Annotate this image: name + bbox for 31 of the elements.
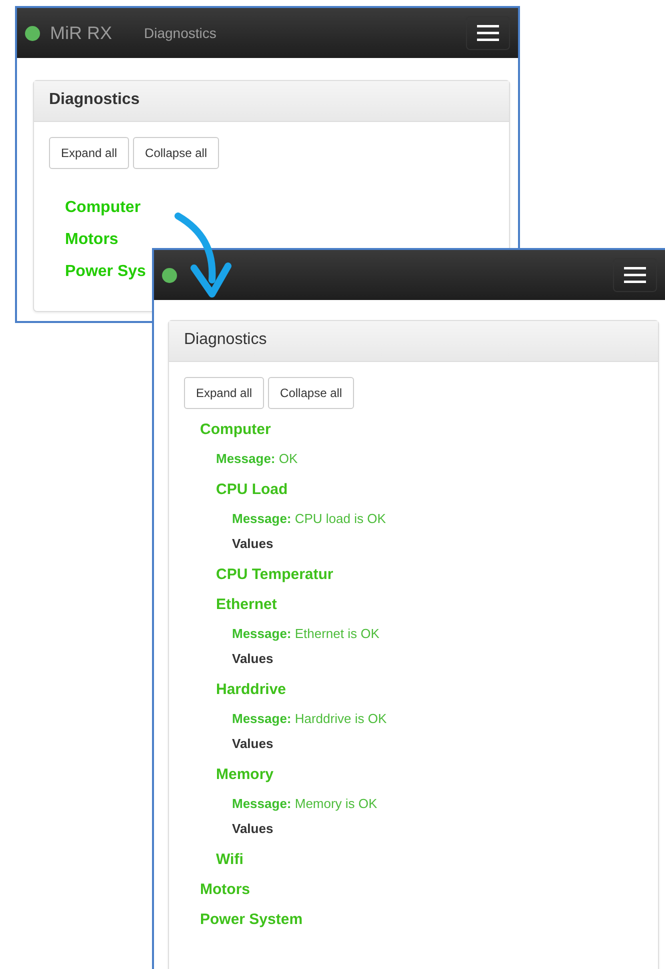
- values-label[interactable]: Values: [232, 736, 274, 751]
- status-message: Message: Harddrive is OK: [232, 711, 387, 726]
- values-label[interactable]: Values: [232, 821, 274, 836]
- values-label[interactable]: Values: [232, 651, 274, 666]
- brand-title[interactable]: MiR RX: [50, 22, 112, 44]
- tree-node-label[interactable]: Wifi: [216, 851, 244, 868]
- values-label[interactable]: Values: [232, 536, 274, 551]
- status-message: Message: OK: [216, 451, 298, 466]
- tree-node-label[interactable]: Motors: [200, 881, 250, 898]
- status-message: Message: Memory is OK: [232, 796, 378, 811]
- collapse-all-button[interactable]: Collapse all: [133, 137, 220, 169]
- tree-node-label[interactable]: Motors: [65, 231, 118, 248]
- status-dot: [162, 268, 177, 282]
- tree-node-label[interactable]: Power System: [200, 911, 303, 928]
- nav-link[interactable]: Diagnostics: [144, 25, 216, 41]
- tree-node-label[interactable]: CPU Load: [216, 481, 288, 498]
- panel-title: Diagnostics: [184, 331, 267, 348]
- expand-all-button[interactable]: Expand all: [49, 137, 130, 169]
- tree-node-label[interactable]: Harddrive: [216, 681, 286, 698]
- status-message: Message: CPU load is OK: [232, 511, 386, 526]
- expand-all-button[interactable]: Expand all: [184, 377, 264, 409]
- tree-node-label[interactable]: Computer: [200, 421, 271, 438]
- status-message: Message: Ethernet is OK: [232, 626, 380, 641]
- panel-title: Diagnostics: [49, 91, 140, 108]
- tree-node-label[interactable]: Memory: [216, 766, 274, 783]
- tree-node-label[interactable]: Ethernet: [216, 596, 277, 613]
- tree-node-label[interactable]: CPU Temperatur: [216, 566, 334, 583]
- collapse-all-button[interactable]: Collapse all: [268, 377, 354, 409]
- tree-node-label[interactable]: Computer: [65, 199, 141, 216]
- tree-node-label[interactable]: Power Sys: [65, 263, 146, 280]
- status-dot: [25, 26, 40, 40]
